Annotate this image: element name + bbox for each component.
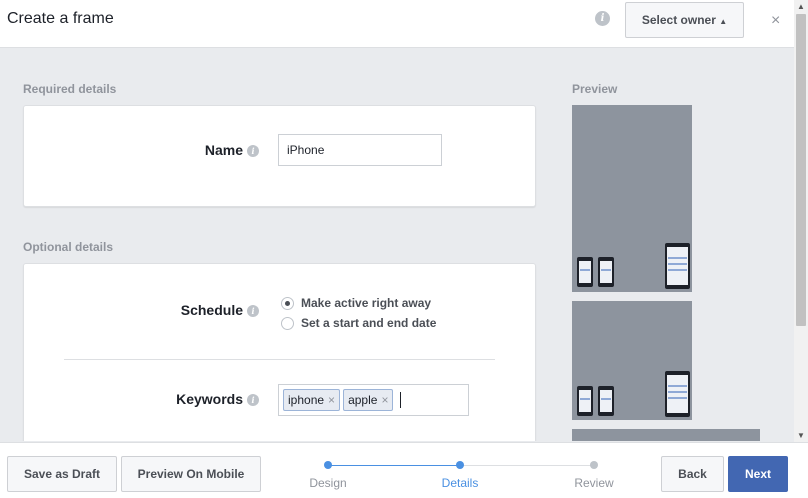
dialog-header: Create a frame i Select owner ▲︎ × bbox=[0, 0, 794, 48]
step-dot-design bbox=[324, 461, 332, 469]
vertical-scrollbar[interactable]: ▲ ▼ bbox=[794, 0, 808, 442]
select-owner-button[interactable]: Select owner ▲︎ bbox=[625, 2, 744, 38]
schedule-label-text: Schedule bbox=[180, 302, 243, 318]
text-cursor bbox=[400, 392, 402, 408]
step-details[interactable]: Details bbox=[420, 476, 500, 490]
select-owner-label: Select owner bbox=[641, 13, 716, 27]
optional-details-card: Schedule i Make active right away Set a s… bbox=[23, 263, 536, 441]
required-details-label: Required details bbox=[23, 82, 117, 96]
close-icon[interactable]: × bbox=[771, 12, 780, 30]
remove-token-icon[interactable]: × bbox=[381, 393, 388, 407]
info-icon[interactable]: i bbox=[247, 394, 259, 407]
step-dot-review bbox=[590, 461, 598, 469]
dialog-content: Required details Name i iPhone Optional d… bbox=[0, 49, 794, 441]
sort-caret-icon: ▲︎ bbox=[719, 17, 728, 26]
preview-label: Preview bbox=[572, 82, 618, 96]
preview-on-mobile-button[interactable]: Preview On Mobile bbox=[121, 456, 261, 492]
phone-mockup-icon bbox=[577, 386, 593, 416]
step-dot-details bbox=[456, 461, 464, 469]
schedule-option-label: Make active right away bbox=[301, 296, 432, 310]
scroll-down-icon[interactable]: ▼ bbox=[797, 431, 805, 440]
name-field-label: Name i bbox=[134, 142, 259, 158]
remove-token-icon[interactable]: × bbox=[328, 393, 335, 407]
schedule-option-date-range[interactable]: Set a start and end date bbox=[281, 316, 436, 330]
preview-frame-landscape bbox=[572, 429, 760, 441]
phone-mockup-icon bbox=[577, 257, 593, 287]
preview-frame-portrait bbox=[572, 105, 692, 292]
back-button[interactable]: Back bbox=[661, 456, 724, 492]
name-input[interactable]: iPhone bbox=[278, 134, 442, 166]
save-as-draft-button[interactable]: Save as Draft bbox=[7, 456, 117, 492]
dialog-title: Create a frame bbox=[7, 10, 114, 27]
preview-frame-square bbox=[572, 301, 692, 420]
scrollbar-thumb[interactable] bbox=[796, 14, 806, 326]
step-design[interactable]: Design bbox=[288, 476, 368, 490]
section-divider bbox=[64, 359, 495, 360]
name-label-text: Name bbox=[204, 142, 243, 158]
info-icon[interactable]: i bbox=[247, 145, 259, 158]
radio-checked-icon[interactable] bbox=[281, 296, 294, 310]
stepper-progress-line bbox=[328, 465, 460, 466]
keyword-token-text: apple bbox=[348, 393, 378, 407]
info-icon[interactable]: i bbox=[247, 305, 259, 318]
keyword-token-text: iphone bbox=[288, 393, 325, 407]
keyword-token[interactable]: iphone × bbox=[283, 389, 341, 411]
schedule-field-label: Schedule i bbox=[134, 302, 259, 318]
optional-details-label: Optional details bbox=[23, 240, 114, 254]
schedule-option-active-now[interactable]: Make active right away bbox=[281, 296, 431, 310]
schedule-option-label: Set a start and end date bbox=[301, 316, 437, 330]
next-button[interactable]: Next bbox=[728, 456, 788, 492]
radio-unchecked-icon[interactable] bbox=[281, 316, 294, 330]
keywords-input[interactable]: iphone × apple × bbox=[278, 384, 469, 416]
dialog-footer: Save as Draft Preview On Mobile Design D… bbox=[0, 442, 808, 498]
phone-mockup-icon bbox=[665, 243, 690, 289]
phone-mockup-icon bbox=[665, 371, 690, 417]
keyword-token[interactable]: apple × bbox=[343, 389, 394, 411]
scroll-up-icon[interactable]: ▲ bbox=[797, 2, 805, 11]
info-icon[interactable]: i bbox=[595, 11, 610, 26]
keywords-label-text: Keywords bbox=[176, 391, 243, 407]
required-details-card: Name i iPhone bbox=[23, 105, 536, 207]
stepper-remaining-line bbox=[460, 465, 594, 466]
keywords-field-label: Keywords i bbox=[134, 391, 259, 407]
step-review[interactable]: Review bbox=[554, 476, 634, 490]
phone-mockup-icon bbox=[598, 257, 614, 287]
phone-mockup-icon bbox=[598, 386, 614, 416]
